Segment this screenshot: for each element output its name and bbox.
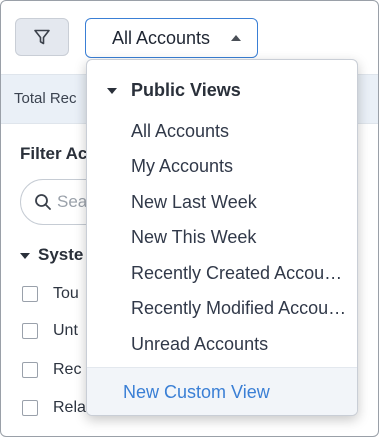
new-custom-view-link[interactable]: New Custom View (123, 382, 270, 403)
checkbox-label: Tou (53, 285, 79, 302)
view-selector-dropdown[interactable]: All Accounts (85, 18, 258, 58)
checkbox-label: Unt (53, 322, 78, 339)
chevron-down-icon (20, 252, 30, 259)
view-option-new-last-week[interactable]: New Last Week (131, 191, 351, 213)
system-filters-section-toggle[interactable]: Syste (20, 245, 83, 265)
filter-checkbox-row[interactable]: Rec (22, 360, 81, 380)
view-selector-label: All Accounts (112, 27, 211, 48)
public-views-label: Public Views (131, 80, 241, 100)
view-option-recently-modified[interactable]: Recently Modified Accou… (131, 297, 351, 319)
view-option-unread-accounts[interactable]: Unread Accounts (131, 333, 351, 355)
chevron-down-icon (107, 87, 117, 94)
public-views-section-toggle[interactable]: Public Views (107, 80, 241, 101)
checkbox[interactable] (22, 362, 38, 378)
filter-checkbox-row[interactable]: Rela (22, 398, 86, 418)
view-option-recently-created[interactable]: Recently Created Accou… (131, 262, 351, 284)
filter-funnel-icon (34, 29, 50, 45)
checkbox-label: Rec (53, 361, 82, 378)
checkbox[interactable] (22, 323, 38, 339)
view-option-my-accounts[interactable]: My Accounts (131, 155, 351, 177)
search-icon (35, 194, 51, 210)
checkbox-label: Rela (53, 399, 86, 416)
filter-heading: Filter Ac (20, 144, 88, 163)
filter-checkbox-row[interactable]: Tou (22, 284, 79, 304)
view-option-new-this-week[interactable]: New This Week (131, 226, 351, 248)
new-custom-view-footer: New Custom View (87, 367, 357, 415)
checkbox[interactable] (22, 286, 38, 302)
accounts-panel: All Accounts Total Rec Filter Ac Syste T… (0, 0, 379, 437)
view-option-all-accounts[interactable]: All Accounts (131, 120, 351, 142)
filter-checkbox-row[interactable]: Unt (22, 321, 78, 341)
views-dropdown-menu: Public Views All Accounts My Accounts Ne… (86, 59, 358, 416)
caret-up-icon (231, 35, 241, 41)
filter-toggle-button[interactable] (15, 18, 69, 56)
system-section-label: Syste (38, 245, 84, 264)
checkbox[interactable] (22, 400, 38, 416)
total-records-text: Total Rec (14, 90, 77, 107)
